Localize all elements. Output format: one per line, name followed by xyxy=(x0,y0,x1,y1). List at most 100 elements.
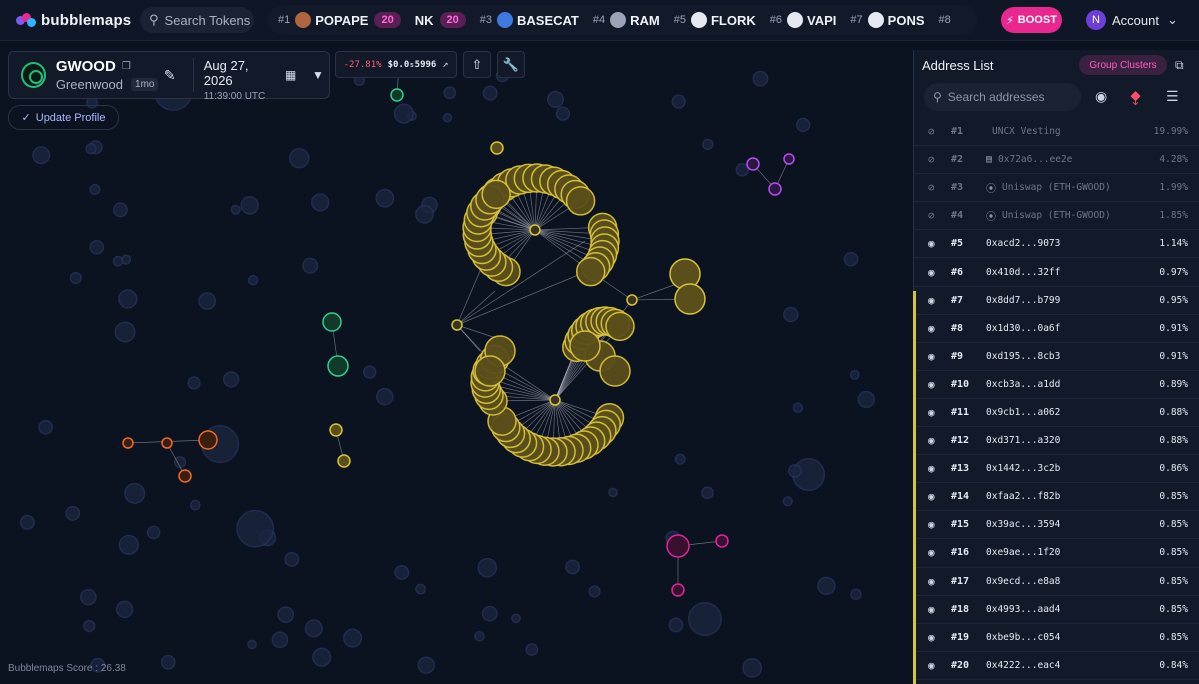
search-tokens-button[interactable]: ⚲ Search Tokens xyxy=(140,7,254,33)
settings-sliders-icon[interactable]: ☰ xyxy=(1166,88,1179,105)
background-wallet-bubble[interactable] xyxy=(188,377,200,389)
background-wallet-bubble[interactable] xyxy=(364,366,376,378)
eye-icon[interactable]: ◉ xyxy=(928,518,942,531)
background-wallet-bubble[interactable] xyxy=(669,618,682,631)
group-clusters-button[interactable]: Group Clusters xyxy=(1079,55,1167,75)
address-row[interactable]: ◉ #9 0xd195...8cb3 0.91% xyxy=(914,343,1199,371)
filter-icon[interactable]: ▼ xyxy=(312,68,329,82)
eye-off-icon[interactable]: ⊘ xyxy=(928,153,942,166)
address-row[interactable]: ◉ #11 0x9cb1...a062 0.88% xyxy=(914,399,1199,427)
background-wallet-bubble[interactable] xyxy=(90,241,103,254)
address-row[interactable]: ◉ #16 0xe9ae...1f20 0.85% xyxy=(914,539,1199,567)
background-wallet-bubble[interactable] xyxy=(793,403,802,412)
holder-bubble[interactable] xyxy=(338,455,350,467)
background-wallet-bubble[interactable] xyxy=(114,203,127,216)
holder-bubble[interactable] xyxy=(667,535,689,557)
background-wallet-bubble[interactable] xyxy=(818,577,835,594)
address-row[interactable]: ◉ #19 0xbe9b...c054 0.85% xyxy=(914,624,1199,652)
holder-bubble[interactable] xyxy=(328,356,348,376)
background-wallet-bubble[interactable] xyxy=(526,644,537,655)
holder-bubble[interactable] xyxy=(577,258,605,286)
eye-off-icon[interactable]: ⊘ xyxy=(928,125,942,138)
collapse-panel-icon[interactable]: ⧉ xyxy=(1175,58,1184,73)
holder-bubble[interactable] xyxy=(475,356,505,386)
background-wallet-bubble[interactable] xyxy=(81,590,96,605)
trending-item[interactable]: #7 PONS xyxy=(850,12,924,28)
background-wallet-bubble[interactable] xyxy=(416,206,433,223)
holder-bubble[interactable] xyxy=(675,284,705,314)
background-wallet-bubble[interactable] xyxy=(39,421,52,434)
background-wallet-bubble[interactable] xyxy=(589,586,600,597)
background-wallet-bubble[interactable] xyxy=(33,147,49,163)
eye-icon[interactable]: ◉ xyxy=(928,237,942,250)
holder-bubble[interactable] xyxy=(179,470,191,482)
address-row[interactable]: ◉ #7 0x8dd7...b799 0.95% xyxy=(914,287,1199,315)
eye-icon[interactable]: ◉ xyxy=(928,434,942,447)
account-menu[interactable]: N Account ⌄ xyxy=(1080,6,1192,34)
background-wallet-bubble[interactable] xyxy=(119,535,138,554)
holder-bubble[interactable] xyxy=(747,158,759,170)
trending-item[interactable]: #8 xyxy=(939,14,956,26)
address-row[interactable]: ⊘ #1 ⮖ UNCX Vesting 19.99% xyxy=(914,118,1199,146)
holder-bubble[interactable] xyxy=(330,424,342,436)
address-row[interactable]: ◉ #8 0x1d30...0a6f 0.91% xyxy=(914,315,1199,343)
background-wallet-bubble[interactable] xyxy=(556,107,569,120)
trending-item[interactable]: #5 FLORK xyxy=(674,12,756,28)
background-wallet-bubble[interactable] xyxy=(444,87,455,98)
background-wallet-bubble[interactable] xyxy=(703,139,713,149)
eye-icon[interactable]: ◉ xyxy=(928,631,942,644)
background-wallet-bubble[interactable] xyxy=(248,640,256,648)
background-wallet-bubble[interactable] xyxy=(702,487,713,498)
eye-icon[interactable]: ◉ xyxy=(928,266,942,279)
background-wallet-bubble[interactable] xyxy=(789,465,801,477)
holder-bubble[interactable] xyxy=(123,438,133,448)
background-wallet-bubble[interactable] xyxy=(689,603,722,636)
background-wallet-bubble[interactable] xyxy=(418,657,434,673)
trending-item[interactable]: #6 VAPI xyxy=(770,12,837,28)
background-wallet-bubble[interactable] xyxy=(851,589,861,599)
background-wallet-bubble[interactable] xyxy=(70,273,81,284)
background-wallet-bubble[interactable] xyxy=(237,511,273,547)
background-wallet-bubble[interactable] xyxy=(66,507,79,520)
trending-item[interactable]: #3 BASECAT xyxy=(480,12,579,28)
date-selector[interactable]: Aug 27, 2026 11:39:00 UTC xyxy=(193,58,277,92)
background-wallet-bubble[interactable] xyxy=(113,257,122,266)
background-wallet-bubble[interactable] xyxy=(344,629,362,647)
holder-bubble[interactable] xyxy=(784,154,794,164)
background-wallet-bubble[interactable] xyxy=(303,258,318,273)
eye-icon[interactable]: ◉ xyxy=(928,350,942,363)
holder-bubble[interactable] xyxy=(672,584,684,596)
background-wallet-bubble[interactable] xyxy=(475,632,484,641)
eye-icon[interactable]: ◉ xyxy=(928,406,942,419)
address-row[interactable]: ◉ #6 0x410d...32ff 0.97% xyxy=(914,258,1199,286)
calendar-icon[interactable]: ▦ xyxy=(285,68,302,82)
holder-bubble[interactable] xyxy=(716,535,728,547)
address-row[interactable]: ⊘ #4 ⦿ Uniswap (ETH-GWOOD) 1.85% xyxy=(914,202,1199,230)
address-row[interactable]: ◉ #10 0xcb3a...a1dd 0.89% xyxy=(914,371,1199,399)
background-wallet-bubble[interactable] xyxy=(191,501,200,510)
holder-bubble[interactable] xyxy=(606,312,634,340)
background-wallet-bubble[interactable] xyxy=(675,454,685,464)
address-row[interactable]: ◉ #18 0x4993...aad4 0.85% xyxy=(914,596,1199,624)
eye-icon[interactable]: ◉ xyxy=(928,322,942,335)
hub-wallet-bubble[interactable] xyxy=(452,320,462,330)
background-wallet-bubble[interactable] xyxy=(90,185,100,195)
holder-bubble[interactable] xyxy=(570,331,600,361)
background-wallet-bubble[interactable] xyxy=(844,253,857,266)
background-wallet-bubble[interactable] xyxy=(272,632,287,647)
eye-icon[interactable]: ◉ xyxy=(928,490,942,503)
eye-icon[interactable]: ◉ xyxy=(928,575,942,588)
background-wallet-bubble[interactable] xyxy=(224,372,239,387)
background-wallet-bubble[interactable] xyxy=(313,648,331,666)
address-row[interactable]: ◉ #20 0x4222...eac4 0.84% xyxy=(914,652,1199,680)
address-row[interactable]: ⊘ #3 ⦿ Uniswap (ETH-GWOOD) 1.99% xyxy=(914,174,1199,202)
background-wallet-bubble[interactable] xyxy=(483,607,497,621)
background-wallet-bubble[interactable] xyxy=(483,86,497,100)
background-wallet-bubble[interactable] xyxy=(285,553,299,567)
bubble-map-graph[interactable] xyxy=(0,41,913,684)
background-wallet-bubble[interactable] xyxy=(858,392,874,408)
background-wallet-bubble[interactable] xyxy=(784,308,798,322)
address-row[interactable]: ◉ #5 0xacd2...9073 1.14% xyxy=(914,230,1199,258)
copy-icon[interactable]: ❐ xyxy=(122,61,131,72)
background-wallet-bubble[interactable] xyxy=(395,566,408,579)
